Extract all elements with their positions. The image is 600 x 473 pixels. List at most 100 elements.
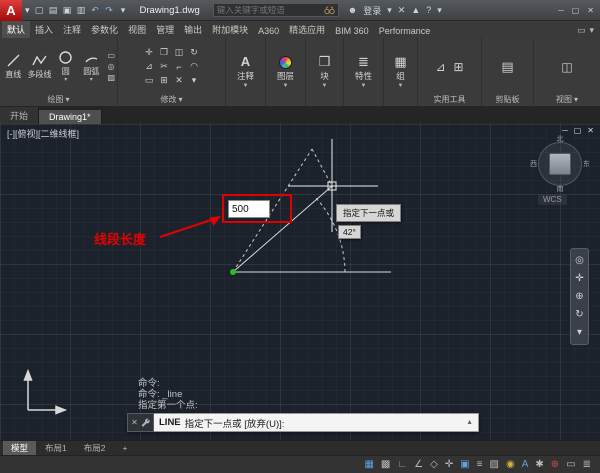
wcs-dropdown[interactable]: WCS: [538, 194, 567, 205]
ribbon-tab-annotate[interactable]: 注释: [58, 21, 86, 38]
redo-icon[interactable]: ↷: [103, 5, 116, 16]
zoom-icon[interactable]: ⊕: [575, 291, 583, 302]
arc-dropdown-icon[interactable]: ▾: [90, 78, 93, 83]
close-button[interactable]: ✕: [587, 6, 594, 15]
command-close-icon[interactable]: ✕: [131, 418, 138, 427]
viewcube-east-label[interactable]: 东: [583, 159, 590, 169]
help-chevron-icon[interactable]: ▾: [437, 5, 442, 16]
viewcube-south-label[interactable]: 南: [557, 184, 564, 194]
copy-icon[interactable]: ❐: [160, 47, 168, 58]
ortho-icon[interactable]: ∟: [397, 459, 407, 470]
tab-model[interactable]: 模型: [3, 441, 36, 455]
plot-icon[interactable]: ▥: [75, 5, 88, 16]
annotation-visibility-icon[interactable]: ◉: [506, 459, 515, 470]
clean-screen-icon[interactable]: ▭: [566, 459, 575, 470]
ribbon-tab-output[interactable]: 输出: [179, 21, 207, 38]
line-button[interactable]: 直线: [2, 53, 24, 80]
dynamic-input-field[interactable]: [228, 200, 270, 218]
exchange-apps-icon[interactable]: ✕: [398, 5, 406, 16]
annotation-scale-icon[interactable]: A: [522, 459, 529, 470]
search-input[interactable]: [217, 5, 324, 15]
annotation-panel-button[interactable]: A 注释 ▼: [226, 38, 265, 106]
help-button[interactable]: ?: [426, 5, 431, 15]
minimize-button[interactable]: ─: [558, 6, 564, 15]
scale-icon[interactable]: ⊿: [145, 61, 153, 72]
command-input[interactable]: LINE 指定下一点或 [放弃(U)]: ▲: [154, 413, 479, 432]
workspace-icon[interactable]: ✱: [535, 459, 543, 470]
viewcube-north-label[interactable]: 北: [557, 134, 564, 144]
ribbon-tab-addins[interactable]: 附加模块: [207, 21, 253, 38]
views-icon[interactable]: ◫: [561, 60, 572, 74]
snap-icon[interactable]: ▩: [381, 459, 390, 470]
save-icon[interactable]: ▣: [61, 5, 74, 16]
rectangle-icon[interactable]: ▭: [107, 51, 115, 60]
modify-more-icon[interactable]: ▾: [192, 75, 197, 86]
circle-button[interactable]: 圆 ▾: [54, 50, 76, 83]
steering-wheel-icon[interactable]: ◎: [575, 255, 584, 266]
ribbon-tab-insert[interactable]: 插入: [30, 21, 58, 38]
stay-connected-icon[interactable]: ▲: [411, 5, 420, 15]
ribbon-tab-performance[interactable]: Performance: [374, 24, 436, 38]
groups-panel-button[interactable]: ▦ 组 ▼: [384, 38, 417, 106]
ellipse-icon[interactable]: ◎: [107, 62, 115, 71]
undo-icon[interactable]: ↶: [89, 5, 102, 16]
clipboard-panel-label[interactable]: 剪贴板: [482, 93, 533, 106]
ribbon-display-chevron-icon[interactable]: ▾: [589, 25, 594, 36]
rotate-icon[interactable]: ↻: [190, 47, 198, 58]
add-layout-button[interactable]: +: [114, 442, 135, 454]
ribbon-tab-featured-apps[interactable]: 精选应用: [284, 21, 330, 38]
transparency-icon[interactable]: ▨: [490, 459, 499, 470]
properties-panel-button[interactable]: ≣ 特性 ▼: [344, 38, 383, 106]
circle-dropdown-icon[interactable]: ▾: [64, 78, 67, 83]
viewcube[interactable]: 北 南 西 东: [531, 135, 589, 193]
view-panel-label[interactable]: 视图 ▾: [534, 93, 600, 106]
open-file-icon[interactable]: ▤: [47, 5, 60, 16]
ribbon-tab-home[interactable]: 默认: [2, 21, 30, 38]
ribbon-tab-manage[interactable]: 管理: [151, 21, 179, 38]
tab-layout1[interactable]: 布局1: [37, 441, 75, 455]
drawing-restore-button[interactable]: ▢: [574, 126, 582, 135]
grid-icon[interactable]: ▦: [364, 459, 373, 470]
ribbon-tab-bim360[interactable]: BIM 360: [330, 24, 374, 38]
maximize-button[interactable]: ▢: [572, 6, 580, 15]
annotation-monitor-icon[interactable]: ⊕: [551, 459, 559, 470]
hatch-icon[interactable]: ▨: [107, 73, 115, 82]
new-file-icon[interactable]: ▢: [33, 5, 46, 16]
chamfer-icon[interactable]: ⌐: [176, 62, 181, 72]
tab-layout2[interactable]: 布局2: [76, 441, 114, 455]
recent-commands-icon[interactable]: ▲: [466, 419, 473, 426]
pan-icon[interactable]: ✛: [575, 273, 583, 284]
infocenter-search[interactable]: [213, 3, 339, 17]
app-logo[interactable]: A: [0, 0, 22, 21]
ribbon-tab-view[interactable]: 视图: [123, 21, 151, 38]
signin-button[interactable]: 登录: [363, 4, 381, 17]
utilities-panel-label[interactable]: 实用工具: [418, 93, 481, 106]
ribbon-display-icon[interactable]: ▭: [577, 25, 586, 36]
isodraft-icon[interactable]: ◇: [430, 459, 438, 470]
ribbon-tab-a360[interactable]: A360: [253, 24, 284, 38]
signin-chevron-icon[interactable]: ▾: [387, 5, 392, 16]
arc-button[interactable]: 圆弧 ▾: [80, 50, 102, 83]
orbit-icon[interactable]: ↻: [575, 309, 583, 320]
customize-icon[interactable]: ≣: [583, 459, 591, 470]
block-panel-button[interactable]: ❒ 块 ▼: [306, 38, 343, 106]
measure-icon[interactable]: ⊿: [435, 60, 445, 74]
mirror-icon[interactable]: ◫: [175, 47, 184, 58]
viewport-corner-controls[interactable]: [-][俯视][二维线框]: [7, 127, 79, 140]
model-space-viewport[interactable]: [-][俯视][二维线框] ─ ▢ ✕ 北 南 西 东 WCS ◎ ✛ ⊕ ↻ …: [0, 124, 600, 440]
tab-start[interactable]: 开始: [0, 107, 39, 124]
viewcube-top-face[interactable]: [549, 153, 571, 175]
draw-panel-label[interactable]: 绘图 ▾: [0, 93, 117, 106]
qat-dropdown-icon[interactable]: ▾: [117, 5, 130, 16]
ribbon-tab-parametric[interactable]: 参数化: [86, 21, 123, 38]
move-icon[interactable]: ✛: [145, 47, 153, 58]
erase-icon[interactable]: ✕: [175, 75, 183, 86]
layers-panel-button[interactable]: 图层 ▼: [266, 38, 305, 106]
modify-panel-label[interactable]: 修改 ▾: [118, 93, 225, 106]
tab-drawing1[interactable]: Drawing1*: [39, 110, 102, 124]
search-binoculars-icon[interactable]: [324, 5, 335, 15]
fillet-icon[interactable]: ◠: [190, 61, 198, 72]
quickcalc-icon[interactable]: ⊞: [454, 60, 464, 74]
polyline-button[interactable]: 多段线: [27, 53, 51, 80]
customize-wrench-icon[interactable]: [141, 418, 150, 427]
